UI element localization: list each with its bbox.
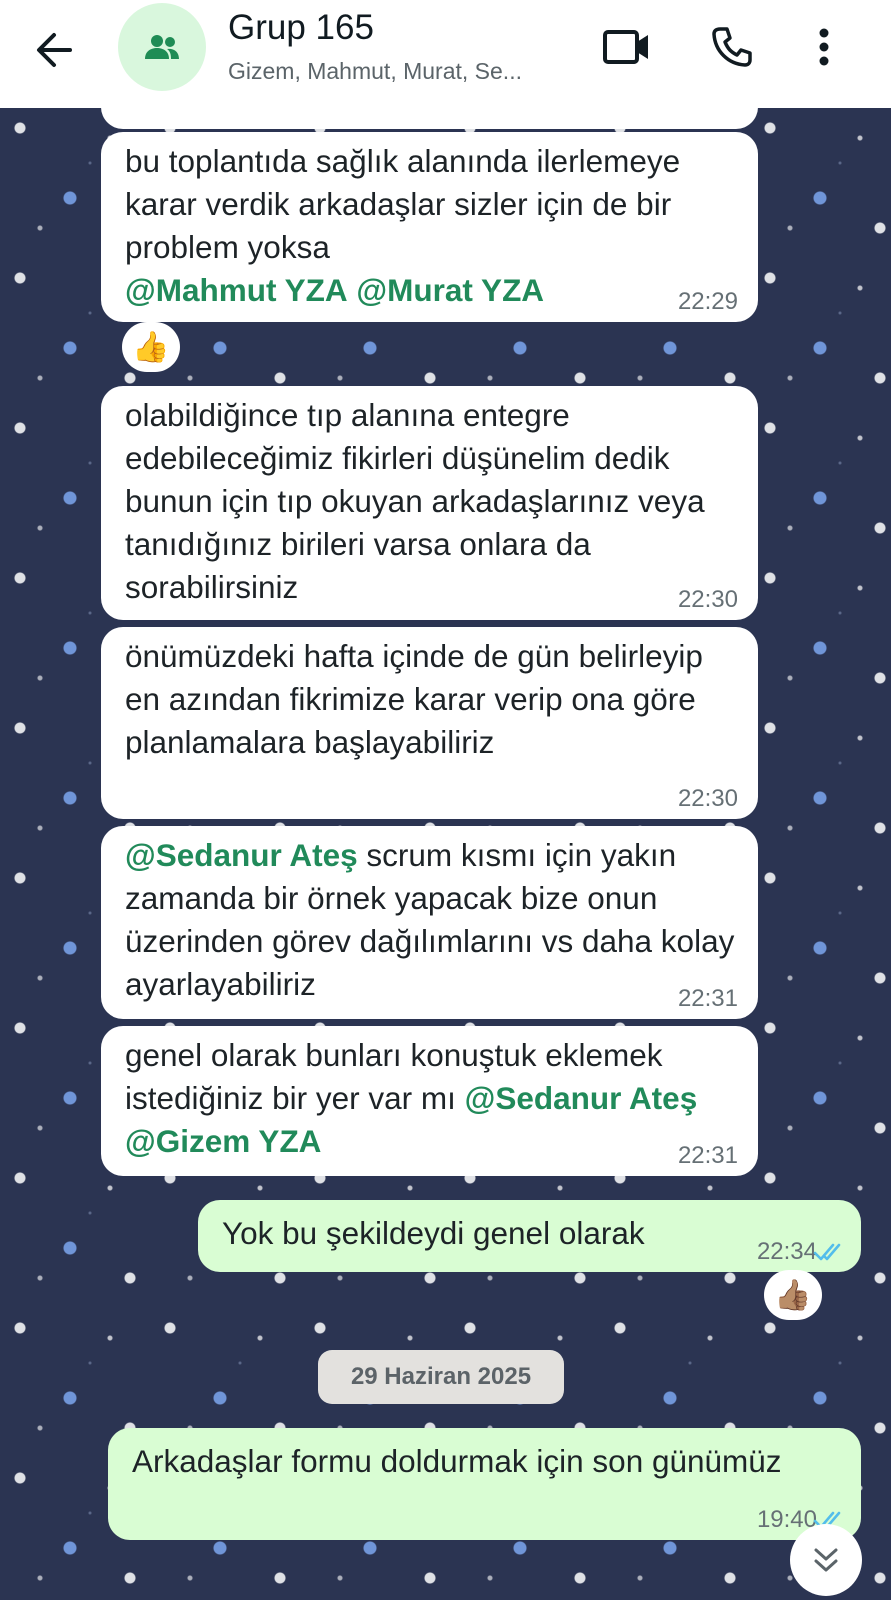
reaction-thumbs-up-icon[interactable]: 👍 (122, 322, 180, 372)
group-avatar[interactable] (118, 3, 206, 91)
mention-link[interactable]: @Murat YZA (356, 272, 544, 308)
message-time: 22:29 (677, 288, 738, 315)
message-bubble[interactable]: bu toplantıda sağlık alanında ilerlemeye… (101, 132, 758, 322)
message-bubble-outgoing[interactable]: Yok bu şekildeydi genel olarak 22:34 (198, 1200, 861, 1272)
message-text: genel olarak bunları konuştuk eklemek is… (125, 1037, 698, 1159)
message-bubble-outgoing[interactable]: Arkadaşlar formu doldurmak için son günü… (108, 1428, 861, 1540)
message-bubble[interactable]: @Sedanur Ateş scrum kısmı için yakın zam… (101, 826, 758, 1019)
message-bubble[interactable]: genel olarak bunları konuştuk eklemek is… (101, 1026, 758, 1176)
message-time: 22:30 (677, 785, 738, 812)
message-bubble[interactable]: olabildiğince tıp alanına entegre edebil… (101, 386, 758, 620)
message-time: 22:31 (677, 985, 738, 1012)
mention-link[interactable]: @Gizem YZA (125, 1123, 321, 1159)
video-call-icon (603, 30, 648, 64)
chat-title[interactable]: Grup 165 (228, 8, 374, 48)
scroll-to-bottom-button[interactable] (790, 1524, 862, 1596)
reaction-thumbs-up-icon[interactable]: 👍🏽 (764, 1270, 822, 1320)
message-bubble[interactable]: önümüzdeki hafta içinde de gün belirleyi… (101, 627, 758, 819)
back-arrow-icon (37, 33, 72, 67)
mention-link[interactable]: @Sedanur Ateş (125, 837, 358, 873)
group-icon (145, 35, 179, 59)
message-text: Yok bu şekildeydi genel olarak (222, 1215, 645, 1251)
mention-link[interactable]: @Sedanur Ateş (465, 1080, 698, 1116)
message-text: önümüzdeki hafta içinde de gün belirleyi… (125, 638, 703, 760)
voice-call-button[interactable] (703, 18, 761, 76)
message-text: Arkadaşlar formu doldurmak için son günü… (132, 1443, 782, 1479)
phone-icon (712, 27, 752, 67)
message-text: @Sedanur Ateş scrum kısmı için yakın zam… (125, 837, 735, 1002)
chat-header: Grup 165 Gizem, Mahmut, Murat, Se... (0, 0, 891, 108)
read-receipt-icon (813, 1243, 841, 1261)
double-chevron-down-icon (814, 1548, 838, 1572)
more-options-button[interactable] (795, 18, 853, 76)
message-text: olabildiğince tıp alanına entegre edebil… (125, 397, 705, 605)
message-time: 22:30 (677, 586, 738, 613)
date-separator: 29 Haziran 2025 (318, 1350, 564, 1404)
more-vert-icon (819, 28, 829, 66)
video-call-button[interactable] (598, 18, 656, 76)
message-time: 22:31 (677, 1142, 738, 1169)
chat-subtitle[interactable]: Gizem, Mahmut, Murat, Se... (228, 58, 578, 85)
back-button[interactable] (26, 22, 82, 78)
mention-link[interactable]: @Mahmut YZA (125, 272, 348, 308)
message-text: bu toplantıda sağlık alanında ilerlemeye… (125, 143, 681, 308)
message-time: 22:34 (756, 1238, 817, 1265)
